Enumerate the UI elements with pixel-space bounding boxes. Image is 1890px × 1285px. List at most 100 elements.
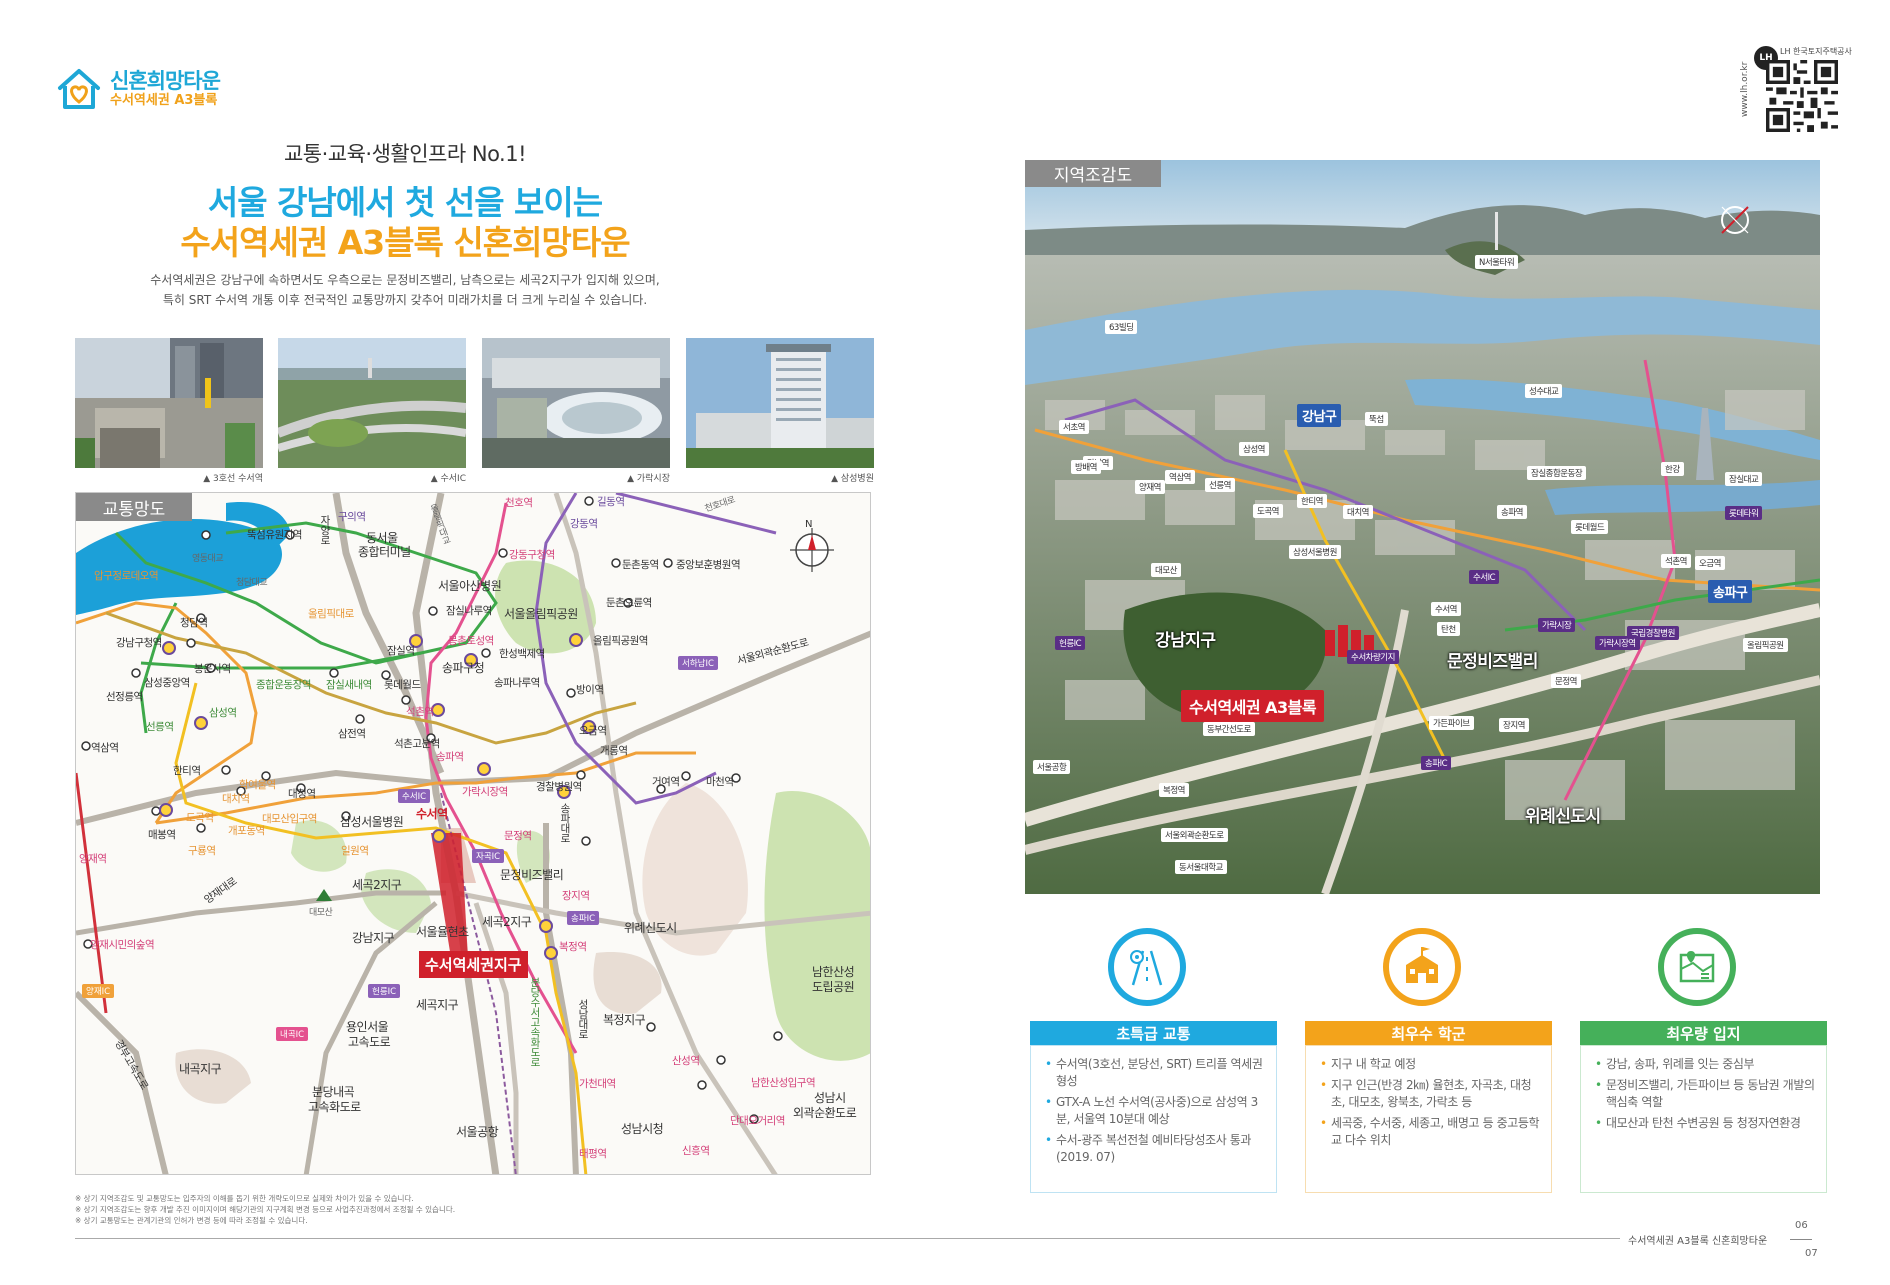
map-label: 거여역 bbox=[652, 776, 680, 788]
school-icon bbox=[1383, 928, 1461, 1006]
map-label: 구의역 bbox=[338, 511, 366, 523]
map-label: 고속화도로 bbox=[308, 1100, 361, 1114]
aerial-label: 롯데월드 bbox=[1571, 520, 1609, 534]
feature-card-location: 강남, 송파, 위례를 잇는 중심부 문정비즈밸리, 가든파이브 등 동남권 개… bbox=[1580, 1045, 1827, 1193]
map-ic-tag: 송파IC bbox=[567, 911, 600, 925]
map-label: 양재역 bbox=[79, 853, 107, 865]
intro-description: 수서역세권은 강남구에 속하면서도 우측으로는 문정비즈밸리, 남측으로는 세곡… bbox=[0, 270, 810, 310]
qr-label: LH 한국토지주택공사 bbox=[1780, 47, 1852, 56]
aerial-label: 대치역 bbox=[1343, 505, 1373, 519]
feature-item: GTX-A 노선 수서역(공사중)으로 삼성역 3분, 서울역 10분대 예상 bbox=[1045, 1094, 1266, 1128]
photo-suseo-station bbox=[75, 338, 263, 468]
aerial-label: 롯데타워 bbox=[1725, 506, 1763, 520]
map-label: 서울아산병원 bbox=[438, 579, 502, 593]
aerial-label: 수서역 bbox=[1431, 602, 1461, 616]
aerial-label: 문정비즈밸리 bbox=[1447, 652, 1538, 672]
aerial-view: 지역조감도 N서울타워 63빌딩 강남구 송파구 성수대교 잠실대교 롯데타워 … bbox=[1025, 160, 1820, 894]
map-label: 분당수서고속화도로 bbox=[529, 977, 541, 1067]
map-target-label: 수서역세권지구 bbox=[419, 951, 528, 978]
aerial-title: 지역조감도 bbox=[1025, 160, 1161, 187]
map-label: 잠실나루역 bbox=[446, 605, 492, 617]
page-number-right: 07 bbox=[1805, 1248, 1818, 1259]
aerial-graphic bbox=[1025, 160, 1820, 894]
compass-icon bbox=[790, 528, 834, 572]
aerial-label: 장지역 bbox=[1499, 718, 1529, 732]
logo-subtitle: 수서역세권 A3블록 bbox=[110, 93, 218, 109]
map-label: 내곡지구 bbox=[179, 1062, 222, 1076]
aerial-label: 수서차량기지 bbox=[1347, 650, 1399, 664]
feature-card-transport: 수서역(3호선, 분당선, SRT) 트리플 역세권 형성 GTX-A 노선 수… bbox=[1030, 1045, 1277, 1193]
photo-caption-1: ▲ 3호선 수서역 bbox=[203, 474, 263, 484]
photo-samsung-hospital bbox=[686, 338, 874, 468]
map-label: 영동대교 bbox=[192, 554, 224, 564]
intro-desc-line1: 수서역세권은 강남구에 속하면서도 우측으로는 문정비즈밸리, 남측으로는 세곡… bbox=[150, 273, 660, 287]
aerial-label: 동부간선도로 bbox=[1203, 722, 1255, 736]
map-label: 외곽순환도로 bbox=[793, 1106, 857, 1120]
aerial-label: 대모산 bbox=[1151, 563, 1181, 577]
house-heart-icon bbox=[58, 69, 100, 109]
map-label: 오금역 bbox=[579, 725, 607, 737]
photo-garak-market bbox=[482, 338, 670, 468]
map-label: 송파구청 bbox=[442, 661, 485, 675]
map-label: 대모산 bbox=[309, 908, 333, 918]
feature-item: 지구 인근(반경 2㎞) 율현초, 자곡초, 대청초, 대모초, 왕북초, 가락… bbox=[1320, 1077, 1541, 1111]
aerial-label: 한강 bbox=[1661, 462, 1684, 476]
map-label: 대치역 bbox=[222, 793, 250, 805]
aerial-label: 수서IC bbox=[1469, 570, 1500, 584]
map-label: 자양로 bbox=[319, 515, 331, 545]
map-label: 송파역 bbox=[436, 751, 464, 763]
aerial-label: 송파역 bbox=[1497, 505, 1527, 519]
map-ic-tag: 수서IC bbox=[398, 789, 431, 803]
feature-title-transport: 초특급 교통 bbox=[1030, 1021, 1277, 1045]
qr-code-icon[interactable] bbox=[1766, 60, 1838, 132]
aerial-label: 송파IC bbox=[1421, 756, 1452, 770]
mountain-icon bbox=[316, 889, 332, 901]
map-label: 단대오거리역 bbox=[730, 1115, 785, 1127]
map-label: 선릉역 bbox=[146, 721, 174, 733]
map-label: 세곡2지구 bbox=[352, 878, 402, 892]
map-label: 강남구청역 bbox=[116, 637, 162, 649]
location-map-icon bbox=[1658, 928, 1736, 1006]
aerial-label: 탄천 bbox=[1437, 622, 1460, 636]
photo-caption-3: ▲ 가락시장 bbox=[627, 474, 670, 484]
qr-block: www.lh.or.kr LH LH 한국토지주택공사 bbox=[1740, 46, 1852, 136]
map-label: 종합운동장역 bbox=[256, 679, 311, 691]
map-label: 개롱역 bbox=[600, 745, 628, 757]
aerial-label: 동서울대학교 bbox=[1175, 860, 1227, 874]
map-label: 둔촌동역 bbox=[622, 559, 659, 571]
headline-line2: 수서역세권 A3블록 신혼희망타운 bbox=[180, 223, 630, 262]
aerial-label: 가락시장역 bbox=[1595, 636, 1640, 650]
map-label: 방이역 bbox=[576, 684, 604, 696]
map-label: 도립공원 bbox=[812, 980, 855, 994]
aerial-label: 63빌딩 bbox=[1105, 320, 1138, 334]
map-label: 양재시민의숲역 bbox=[90, 939, 155, 951]
photo-caption-2: ▲ 수서IC bbox=[430, 474, 466, 484]
aerial-label: N서울타워 bbox=[1475, 255, 1519, 269]
map-label: 천호역 bbox=[505, 497, 533, 509]
map-label: 석촌고분역 bbox=[394, 738, 440, 750]
map-label: 복정역 bbox=[559, 941, 587, 953]
map-label: 성남시청 bbox=[621, 1122, 664, 1136]
page-divider bbox=[1790, 1239, 1812, 1240]
road-map-icon bbox=[1108, 928, 1186, 1006]
map-label: 강남지구 bbox=[352, 931, 395, 945]
feature-item: 세곡중, 수서중, 세종고, 배명고 등 중고등학교 다수 위치 bbox=[1320, 1115, 1541, 1149]
aerial-label: 오금역 bbox=[1695, 556, 1725, 570]
map-label: 위례신도시 bbox=[624, 921, 677, 935]
map-label: 송파나루역 bbox=[494, 677, 540, 689]
aerial-label: 문정역 bbox=[1551, 674, 1581, 688]
map-label: 경찰병원역 bbox=[536, 781, 582, 793]
aerial-label: 역삼역 bbox=[1165, 470, 1195, 484]
map-label: 세곡2지구 bbox=[482, 915, 532, 929]
map-label: 산성역 bbox=[672, 1055, 700, 1067]
map-label: 일원역 bbox=[341, 845, 369, 857]
map-ic-tag: 내곡IC bbox=[276, 1027, 309, 1041]
map-label: 수서역 bbox=[416, 807, 448, 821]
map-label: 잠실새내역 bbox=[326, 679, 372, 691]
aerial-label: 삼성역 bbox=[1239, 442, 1269, 456]
map-label: 고속도로 bbox=[348, 1035, 391, 1049]
aerial-label: 삼성서울병원 bbox=[1289, 545, 1341, 559]
aerial-label: 서울외곽순환도로 bbox=[1161, 828, 1228, 842]
map-label: 도곡역 bbox=[186, 812, 214, 824]
map-label: 세곡지구 bbox=[416, 998, 459, 1012]
